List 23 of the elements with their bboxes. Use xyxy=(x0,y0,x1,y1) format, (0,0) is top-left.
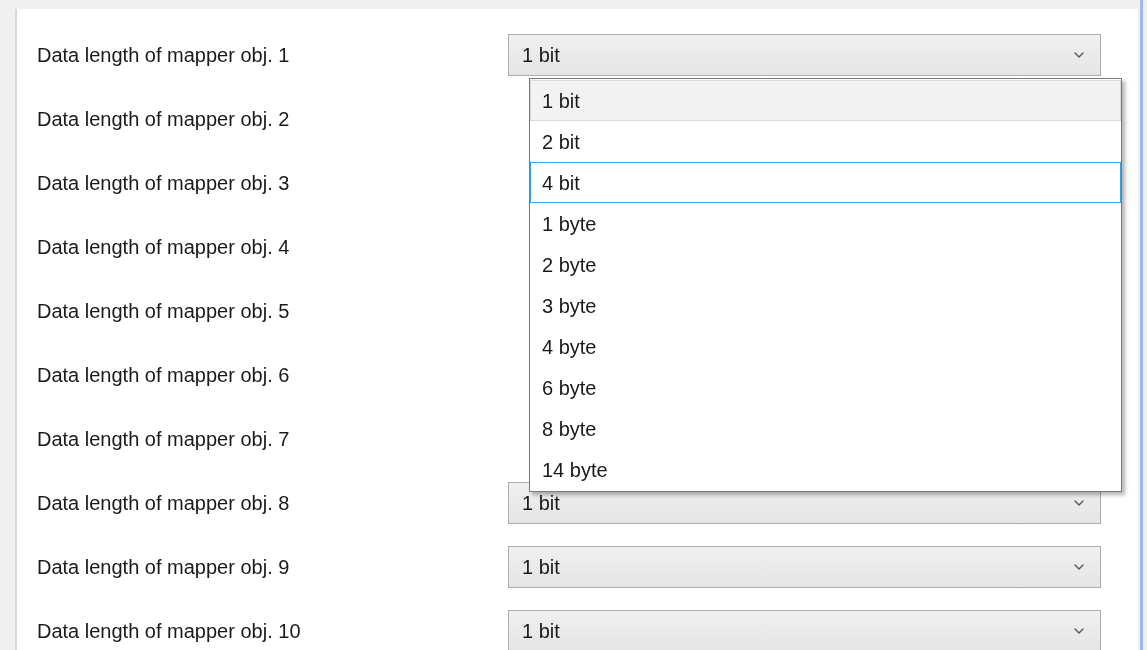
dropdown-option[interactable]: 1 bit xyxy=(530,80,1121,121)
field-label: Data length of mapper obj. 5 xyxy=(36,299,291,324)
field-label: Data length of mapper obj. 2 xyxy=(36,107,291,132)
field-label: Data length of mapper obj. 8 xyxy=(36,491,291,516)
field-label: Data length of mapper obj. 4 xyxy=(36,235,291,260)
dropdown-option[interactable]: 14 byte xyxy=(530,449,1121,490)
field-label: Data length of mapper obj. 3 xyxy=(36,171,291,196)
dropdown-field[interactable]: 1 bit xyxy=(508,610,1101,650)
field-label: Data length of mapper obj. 10 xyxy=(36,619,302,644)
dropdown-option[interactable]: 2 bit xyxy=(530,121,1121,162)
dropdown-option[interactable]: 4 bit xyxy=(530,162,1121,203)
dropdown-option[interactable]: 3 byte xyxy=(530,285,1121,326)
field-label: Data length of mapper obj. 6 xyxy=(36,363,291,388)
field-label: Data length of mapper obj. 7 xyxy=(36,427,291,452)
dropdown-option[interactable]: 4 byte xyxy=(530,326,1121,367)
field-label: Data length of mapper obj. 9 xyxy=(36,555,291,580)
dropdown-option[interactable]: 2 byte xyxy=(530,244,1121,285)
dropdown-option[interactable]: 8 byte xyxy=(530,408,1121,449)
dropdown-field[interactable]: 1 bit xyxy=(508,34,1101,76)
dropdown-field[interactable]: 1 bit xyxy=(508,546,1101,588)
field-label: Data length of mapper obj. 1 xyxy=(36,43,291,68)
dropdown-option[interactable]: 1 byte xyxy=(530,203,1121,244)
dropdown-option[interactable]: 6 byte xyxy=(530,367,1121,408)
